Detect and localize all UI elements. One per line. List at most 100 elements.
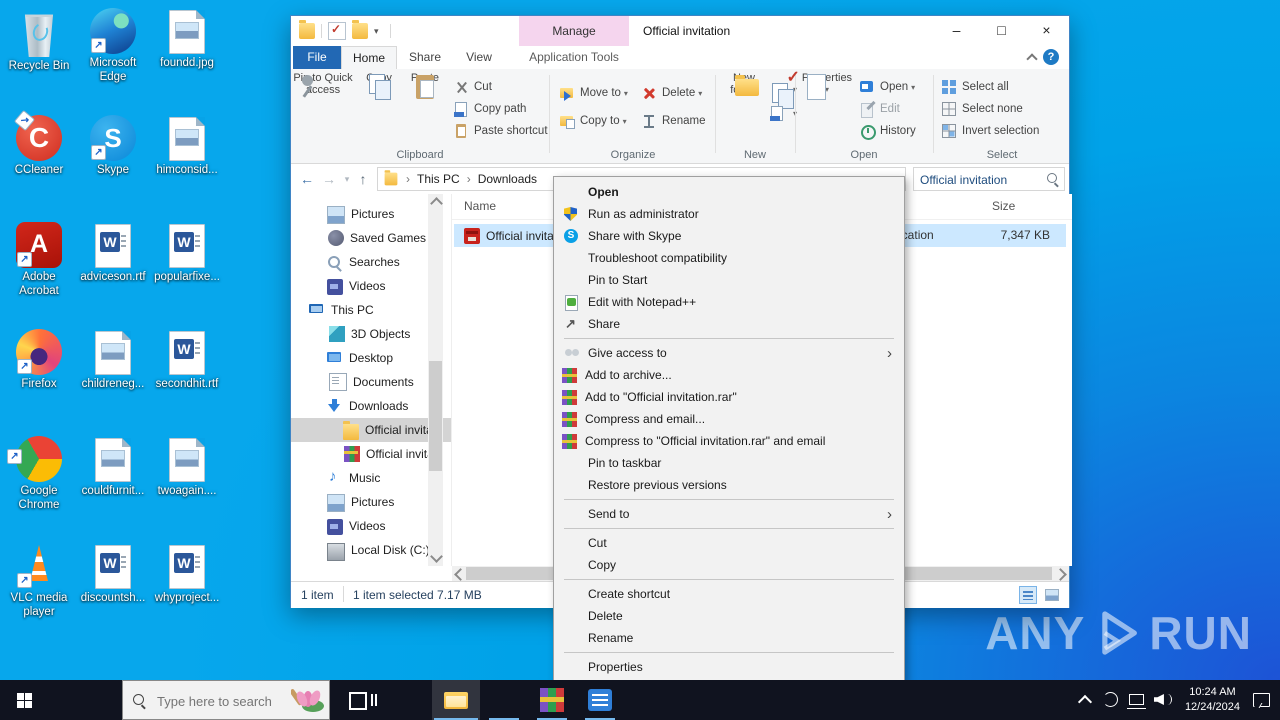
nav-official-invitation-folder[interactable]: Official invita [291, 418, 451, 442]
nav-scrollbar[interactable] [428, 194, 443, 566]
desktop-icon-popularfixe[interactable]: popularfixe... [150, 222, 224, 285]
paste-shortcut-button[interactable]: Paste shortcut [453, 121, 548, 141]
column-header-name[interactable]: Name [464, 199, 496, 213]
edit-button[interactable]: Edit [859, 99, 900, 119]
nav-pictures[interactable]: Pictures [291, 490, 451, 514]
title-bar[interactable]: ▾ Manage Official invitation – □ × [291, 16, 1069, 46]
scroll-up-icon[interactable] [430, 197, 443, 210]
tab-home[interactable]: Home [341, 46, 397, 69]
nav-videos[interactable]: Videos [291, 514, 451, 538]
qat-newfolder-icon[interactable] [352, 20, 368, 39]
menu-item-create-shortcut[interactable]: Create shortcut › [554, 583, 904, 605]
desktop-icon-skype[interactable]: Skype [76, 115, 150, 178]
show-hidden-icons-chevron-icon[interactable] [1073, 688, 1097, 712]
menu-item-add-to-named-rar[interactable]: Add to "Official invitation.rar" › [554, 386, 904, 408]
maximize-button[interactable]: □ [979, 16, 1024, 46]
taskbar-app[interactable] [576, 680, 624, 720]
nav-downloads[interactable]: Downloads [291, 394, 451, 418]
back-button[interactable]: ← [297, 169, 317, 189]
qat-customize-chevron-icon[interactable]: ▾ [374, 23, 384, 39]
details-view-button[interactable] [1019, 586, 1037, 604]
nav-local-disk-c[interactable]: Local Disk (C:) [291, 538, 451, 562]
minimize-button[interactable]: – [934, 16, 979, 46]
breadcrumb-downloads[interactable]: Downloads [478, 172, 537, 186]
desktop-icon-couldfurnit[interactable]: couldfurnit... [76, 436, 150, 499]
pin-to-quick-access-button[interactable]: Pin to Quick access [293, 72, 353, 142]
nav-saved-games[interactable]: Saved Games [291, 226, 451, 250]
desktop-icon-google-chrome[interactable]: Google Chrome [2, 436, 76, 513]
menu-item-properties[interactable]: Properties › [554, 656, 904, 678]
taskbar-explorer[interactable] [432, 680, 480, 720]
menu-item-share[interactable]: Share › [554, 313, 904, 335]
properties-button[interactable]: Properties [799, 72, 855, 142]
help-icon[interactable]: ? [1043, 49, 1059, 65]
menu-item-item-17[interactable]: › [564, 528, 894, 529]
menu-item-compress-and-email[interactable]: Compress and email... › [554, 408, 904, 430]
nav-documents[interactable]: Documents [291, 370, 451, 394]
taskbar-winrar[interactable] [528, 680, 576, 720]
tab-view[interactable]: View [453, 46, 505, 69]
sync-icon[interactable] [1099, 688, 1123, 712]
menu-item-share-with-skype[interactable]: Share with Skype › [554, 225, 904, 247]
nav-libraries[interactable]: Libraries [291, 562, 451, 566]
desktop-icon-adobe-acrobat[interactable]: Adobe Acrobat [2, 222, 76, 299]
forward-button[interactable]: → [319, 169, 339, 189]
cut-button[interactable]: Cut [453, 77, 492, 97]
select-none-button[interactable]: Select none [941, 99, 1023, 119]
menu-item-compress-to-named-rar-and-email[interactable]: Compress to "Official invitation.rar" an… [554, 430, 904, 452]
tab-file[interactable]: File [293, 46, 341, 69]
breadcrumb-this-pc[interactable]: This PC [417, 172, 460, 186]
menu-item-item-24[interactable]: › [564, 652, 894, 653]
open-button[interactable]: Open [859, 77, 915, 97]
desktop-icon-twoagain[interactable]: twoagain.... [150, 436, 224, 499]
close-button[interactable]: × [1024, 16, 1069, 46]
nav-desktop[interactable]: Desktop [291, 346, 451, 370]
copy-button[interactable]: Copy [357, 72, 401, 142]
copy-path-button[interactable]: Copy path [453, 99, 526, 119]
collapse-ribbon-chevron-icon[interactable] [1027, 52, 1037, 62]
qat-folder-icon[interactable] [299, 20, 315, 39]
menu-item-open[interactable]: Open › [554, 181, 904, 203]
manage-ribbon-context-tab[interactable]: Manage [519, 16, 629, 46]
select-all-button[interactable]: Select all [941, 77, 1009, 97]
menu-item-restore-previous-versions[interactable]: Restore previous versions › [554, 474, 904, 496]
desktop-icon-adviceson-rtf[interactable]: adviceson.rtf [76, 222, 150, 285]
taskbar-edge[interactable] [384, 680, 432, 720]
nav-pictures-user[interactable]: Pictures [291, 202, 451, 226]
copy-to-button[interactable]: Copy to [559, 111, 627, 131]
menu-item-add-to-archive[interactable]: Add to archive... › [554, 364, 904, 386]
rename-button[interactable]: Rename [641, 111, 705, 131]
menu-item-item-7[interactable]: › [564, 338, 894, 339]
menu-item-edit-with-notepadpp[interactable]: Edit with Notepad++ › [554, 291, 904, 313]
tab-application-tools[interactable]: Application Tools [519, 46, 629, 69]
paste-button[interactable]: Paste [403, 72, 447, 142]
nav-this-pc[interactable]: This PC [291, 298, 451, 322]
scroll-right-icon[interactable] [1054, 568, 1067, 581]
desktop-icon-foundd-jpg[interactable]: foundd.jpg [150, 8, 224, 71]
desktop-icon-childreneg[interactable]: childreneg... [76, 329, 150, 392]
desktop-icon-firefox[interactable]: Firefox [2, 329, 76, 392]
desktop-icon-whyproject[interactable]: whyproject... [150, 543, 224, 606]
menu-item-pin-to-taskbar[interactable]: Pin to taskbar › [554, 452, 904, 474]
menu-item-give-access-to[interactable]: Give access to › [554, 342, 904, 364]
desktop-icon-secondhit-rtf[interactable]: secondhit.rtf [150, 329, 224, 392]
menu-item-item-20[interactable]: › [564, 579, 894, 580]
scroll-down-icon[interactable] [430, 550, 443, 563]
action-center-icon[interactable] [1248, 688, 1278, 712]
nav-videos-user[interactable]: Videos [291, 274, 451, 298]
up-button[interactable]: ↑ [353, 169, 373, 189]
menu-item-run-as-administrator[interactable]: Run as administrator › [554, 203, 904, 225]
nav-music[interactable]: Music [291, 466, 451, 490]
nav-official-invitation-rar[interactable]: Official invita [291, 442, 451, 466]
qat-properties-icon[interactable] [328, 22, 346, 40]
taskbar-clock[interactable]: 10:24 AM 12/24/2024 [1185, 685, 1240, 716]
taskbar-search-input[interactable] [155, 689, 289, 713]
network-icon[interactable] [1125, 688, 1149, 712]
search-input[interactable] [918, 170, 1044, 190]
tab-share[interactable]: Share [397, 46, 453, 69]
menu-item-item-15[interactable]: › [564, 499, 894, 500]
desktop-icon-microsoft-edge[interactable]: Microsoft Edge [76, 8, 150, 85]
taskbar-firefox[interactable] [480, 680, 528, 720]
move-to-button[interactable]: Move to [559, 83, 628, 103]
easy-access-button[interactable] [769, 103, 797, 123]
